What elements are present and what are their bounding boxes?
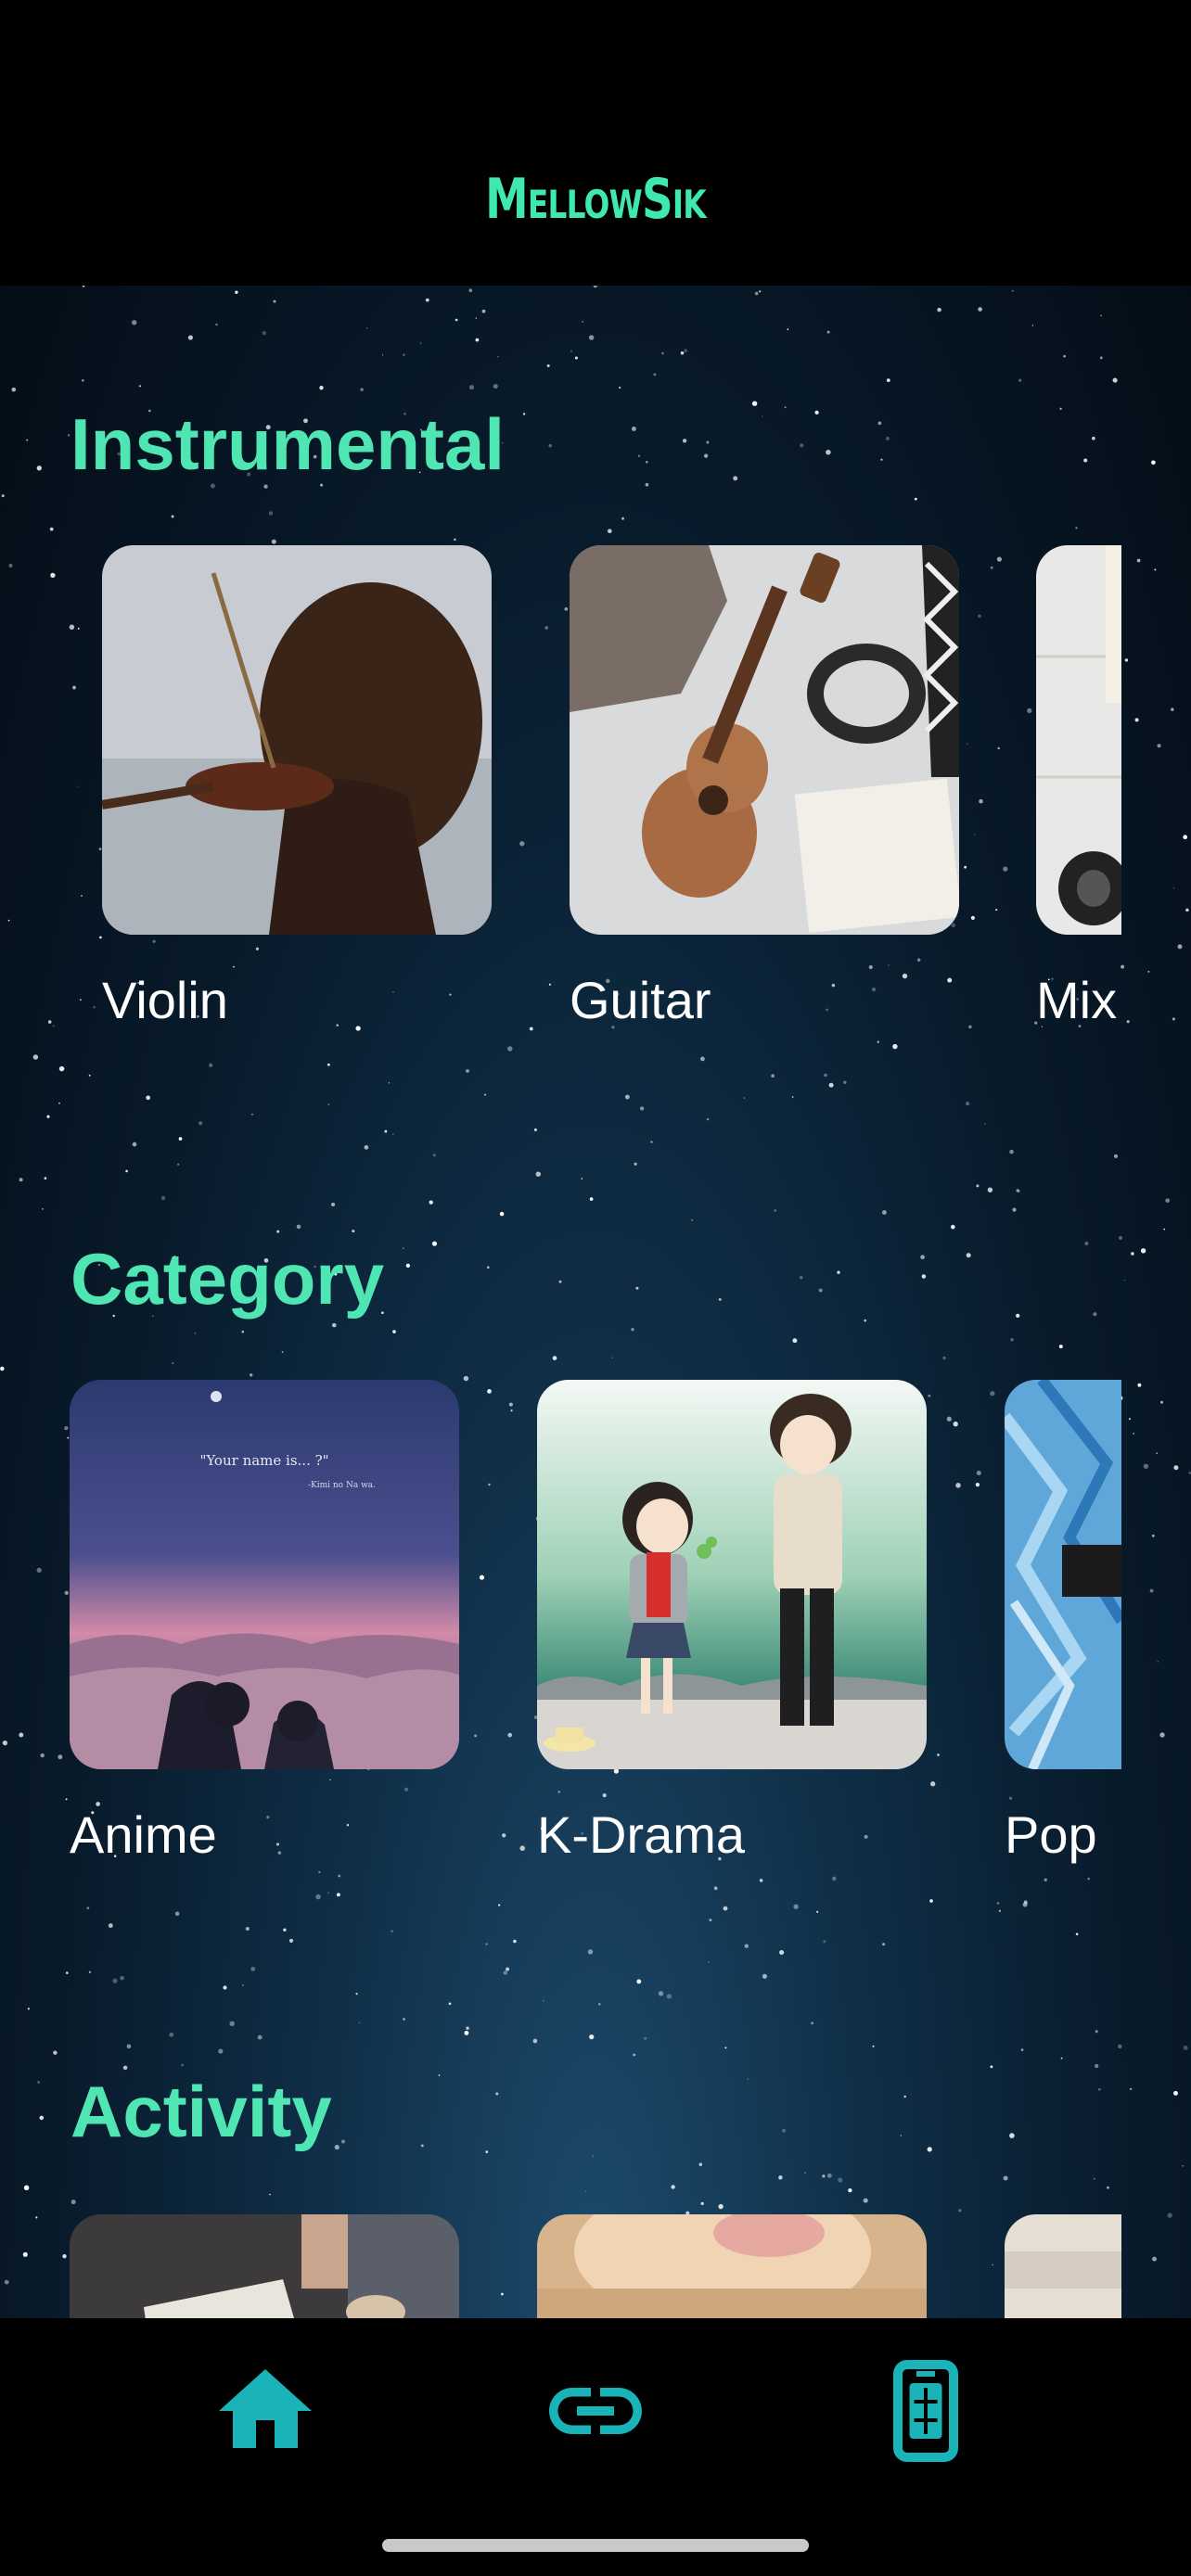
app-header: MellowSik xyxy=(0,0,1191,286)
app-title: MellowSik xyxy=(485,167,707,232)
card-violin-image[interactable] xyxy=(102,545,492,935)
card-activity-3-image[interactable] xyxy=(1005,2214,1121,2318)
card-activity-1-image[interactable] xyxy=(70,2214,459,2318)
anime-source-text: -Kimi no Na wa. xyxy=(308,1481,376,1490)
main-content[interactable]: Instrumental Violin Guitar Mix Category … xyxy=(0,286,1191,2318)
card-violin-label: Violin xyxy=(102,971,228,1029)
card-guitar-image[interactable] xyxy=(570,545,959,935)
home-indicator xyxy=(382,2539,809,2552)
card-anime-image[interactable]: "Your name is... ?" -Kimi no Na wa. xyxy=(70,1380,459,1769)
anime-quote-text: "Your name is... ?" xyxy=(199,1452,328,1469)
card-activity-2-image[interactable] xyxy=(537,2214,927,2318)
mobile-icon[interactable] xyxy=(870,2355,981,2467)
card-pop-image[interactable] xyxy=(1005,1380,1121,1769)
card-anime-label: Anime xyxy=(70,1805,217,1864)
card-kdrama-label: K-Drama xyxy=(537,1805,746,1864)
card-pop-label: Pop xyxy=(1005,1805,1097,1864)
section-title-instrumental: Instrumental xyxy=(70,403,506,485)
card-mix-label: Mix xyxy=(1036,971,1118,1029)
bottom-nav-bar xyxy=(0,2318,1191,2576)
link-icon[interactable] xyxy=(540,2355,651,2467)
card-mix-image[interactable] xyxy=(1036,545,1121,935)
section-title-category: Category xyxy=(70,1238,385,1320)
home-icon[interactable] xyxy=(210,2355,321,2467)
card-guitar-label: Guitar xyxy=(570,971,711,1029)
card-kdrama-image[interactable] xyxy=(537,1380,927,1769)
section-title-activity: Activity xyxy=(70,2071,332,2152)
